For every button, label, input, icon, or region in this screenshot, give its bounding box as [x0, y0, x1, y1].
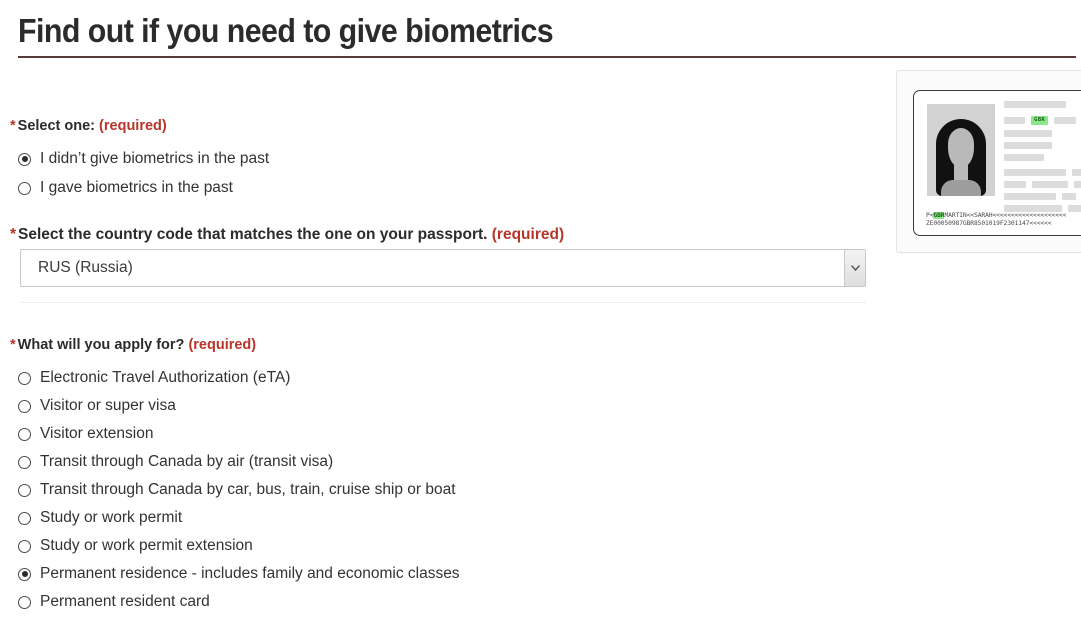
field-bar — [1004, 205, 1062, 212]
mrz-line-2: ZE00050987GBR8501019F2301147<<<<<< — [926, 220, 1052, 227]
silhouette-shoulders — [941, 180, 981, 196]
radio-indicator[interactable] — [18, 181, 31, 195]
field-bar — [1004, 154, 1044, 161]
radio-indicator[interactable] — [18, 567, 31, 581]
mrz-line-1: P<GBRMARTIN<<SARAH<<<<<<<<<<<<<<<<<<<< — [926, 212, 1081, 220]
required-asterisk: * — [10, 226, 17, 243]
biometrics-question-text: Select one: — [17, 118, 96, 134]
required-text: (required) — [491, 226, 565, 243]
field-bar — [1054, 117, 1077, 124]
radio-indicator[interactable] — [18, 511, 31, 525]
radio-label: Electronic Travel Authorization (eTA) — [40, 369, 291, 386]
country-code-select[interactable]: RUS (Russia) — [20, 249, 866, 287]
biometrics-question-label: * Select one: (required) — [10, 118, 167, 134]
country-question-label: * Select the country code that matches th… — [10, 226, 564, 244]
radio-indicator[interactable] — [18, 399, 31, 413]
passport-field-bars: GBR — [1004, 101, 1081, 212]
silhouette-neck — [954, 162, 968, 182]
required-asterisk: * — [10, 118, 16, 134]
mrz-country-code-highlight: GBR — [933, 212, 945, 219]
country-code-highlight: GBR — [1031, 116, 1049, 125]
passport-mrz-text: P<GBRMARTIN<<SARAH<<<<<<<<<<<<<<<<<<<< Z… — [926, 212, 1081, 228]
radio-apply-transit-air[interactable]: Transit through Canada by air (transit v… — [18, 453, 333, 471]
radio-indicator[interactable] — [18, 595, 31, 609]
radio-label: Transit through Canada by car, bus, trai… — [40, 481, 456, 498]
radio-apply-eta[interactable]: Electronic Travel Authorization (eTA) — [18, 369, 290, 387]
field-bar — [1004, 117, 1025, 124]
country-question-text: Select the country code that matches the… — [18, 226, 488, 243]
apply-question-label: * What will you apply for? (required) — [10, 337, 256, 353]
radio-label: Study or work permit extension — [40, 537, 253, 554]
passport-illustration-card: GBR P<GBRMARTIN<<SARAH<<<<<<<<<<<<<<<<<<… — [896, 70, 1081, 253]
passport-data-page: GBR P<GBRMARTIN<<SARAH<<<<<<<<<<<<<<<<<<… — [913, 90, 1081, 236]
radio-label: I didn’t give biometrics in the past — [40, 150, 270, 167]
radio-apply-study-work-permit[interactable]: Study or work permit — [18, 509, 182, 527]
radio-biometrics-not-given[interactable]: I didn’t give biometrics in the past — [18, 150, 269, 168]
mrz-line-1-suffix: MARTIN<<SARAH<<<<<<<<<<<<<<<<<<<< — [944, 212, 1067, 219]
field-bar — [1032, 181, 1068, 188]
radio-label: Permanent residence - includes family an… — [40, 565, 460, 582]
radio-indicator[interactable] — [18, 152, 31, 166]
apply-question-text: What will you apply for? — [17, 337, 185, 353]
radio-label: Transit through Canada by air (transit v… — [40, 453, 334, 470]
radio-apply-study-work-permit-extension[interactable]: Study or work permit extension — [18, 537, 253, 555]
field-bar — [1062, 193, 1076, 200]
field-bar — [1068, 205, 1081, 212]
chevron-down-icon[interactable] — [844, 250, 865, 286]
field-bar — [1004, 130, 1052, 137]
page-title: Find out if you need to give biometrics — [18, 12, 554, 49]
field-bar — [1074, 181, 1081, 188]
radio-indicator[interactable] — [18, 371, 31, 385]
field-bar — [1004, 193, 1056, 200]
radio-indicator[interactable] — [18, 427, 31, 441]
title-underline-rule — [18, 56, 1076, 58]
radio-label: Visitor or super visa — [40, 397, 176, 414]
radio-apply-permanent-resident-card[interactable]: Permanent resident card — [18, 593, 210, 611]
radio-label: Visitor extension — [40, 425, 154, 442]
field-bar — [1004, 169, 1066, 176]
radio-label: I gave biometrics in the past — [40, 179, 233, 196]
radio-biometrics-given[interactable]: I gave biometrics in the past — [18, 179, 233, 197]
radio-apply-permanent-residence[interactable]: Permanent residence - includes family an… — [18, 565, 460, 583]
radio-apply-visitor-extension[interactable]: Visitor extension — [18, 425, 153, 443]
country-code-selected-value: RUS (Russia) — [38, 259, 133, 276]
radio-apply-visitor-super-visa[interactable]: Visitor or super visa — [18, 397, 176, 415]
radio-label: Permanent resident card — [40, 593, 210, 610]
passport-photo-silhouette — [927, 104, 995, 196]
radio-apply-transit-ground[interactable]: Transit through Canada by car, bus, trai… — [18, 481, 456, 499]
required-text: (required) — [188, 337, 257, 353]
radio-label: Study or work permit — [40, 509, 183, 526]
field-bar — [1004, 181, 1026, 188]
field-bar — [1072, 169, 1081, 176]
section-divider — [20, 302, 866, 303]
required-asterisk: * — [10, 337, 16, 353]
radio-indicator[interactable] — [18, 539, 31, 553]
field-bar — [1004, 101, 1066, 108]
required-text: (required) — [99, 118, 167, 134]
radio-indicator[interactable] — [18, 483, 31, 497]
field-bar — [1004, 142, 1052, 149]
radio-indicator[interactable] — [18, 455, 31, 469]
